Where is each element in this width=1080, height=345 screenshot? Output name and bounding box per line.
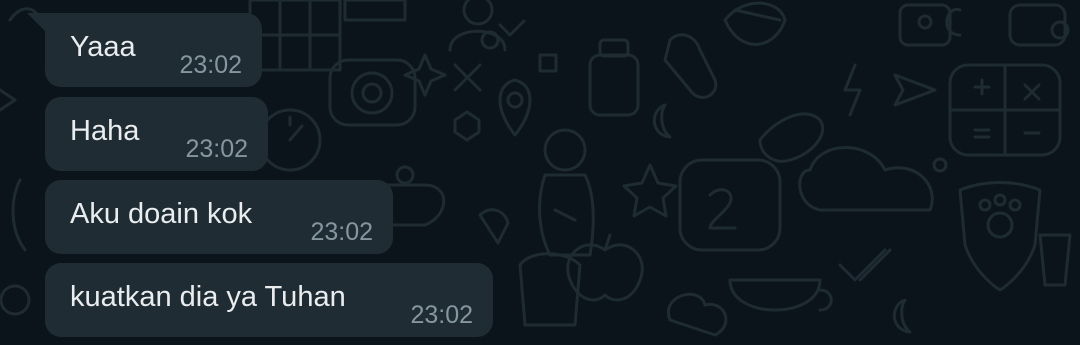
message-timestamp: 23:02 <box>179 51 242 79</box>
chat-area[interactable]: Yaaa 23:02 Haha 23:02 Aku doain kok 23:0… <box>0 0 1080 345</box>
message-bubble[interactable]: kuatkan dia ya Tuhan 23:02 <box>45 263 493 337</box>
message-timestamp: 23:02 <box>310 218 373 246</box>
message-timestamp: 23:02 <box>185 135 248 163</box>
message-text: Aku doain kok <box>70 198 253 230</box>
message-text: kuatkan dia ya Tuhan <box>70 281 346 313</box>
message-bubble[interactable]: Yaaa 23:02 <box>45 13 262 87</box>
message-timestamp: 23:02 <box>410 301 473 329</box>
message-text: Haha <box>70 115 140 147</box>
bubble-tail <box>27 13 45 31</box>
message-text: Yaaa <box>70 31 136 63</box>
message-bubble[interactable]: Aku doain kok 23:02 <box>45 180 393 254</box>
message-bubble[interactable]: Haha 23:02 <box>45 97 268 171</box>
